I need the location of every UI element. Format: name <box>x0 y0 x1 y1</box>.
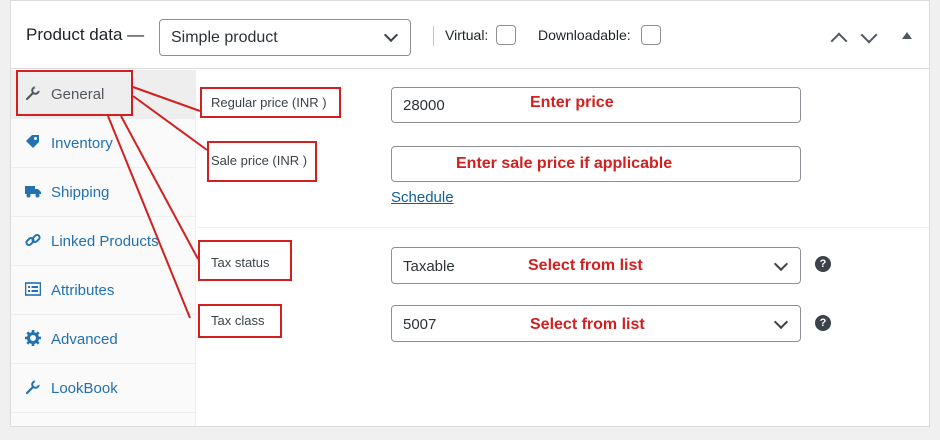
tab-shipping[interactable]: Shipping <box>11 168 195 217</box>
annotation-box-tax-class <box>198 304 282 338</box>
annotation-box-tax-status <box>198 240 292 281</box>
annotation-box-sale-price <box>207 141 317 182</box>
tab-advanced-label: Advanced <box>51 331 118 348</box>
regular-price-hint: Enter price <box>530 94 614 111</box>
product-type-select[interactable]: Simple product <box>159 19 411 56</box>
list-icon <box>25 282 41 296</box>
tab-lookbook[interactable]: LookBook <box>11 364 195 413</box>
gear-icon <box>25 330 41 346</box>
virtual-checkbox[interactable] <box>496 25 516 45</box>
regular-price-value: 28000 <box>403 97 445 114</box>
tax-status-value: Taxable <box>403 258 455 275</box>
downloadable-checkbox[interactable] <box>641 25 661 45</box>
tax-class-hint: Select from list <box>530 316 645 333</box>
product-type-value: Simple product <box>171 29 278 46</box>
collapse-toggle-icon[interactable] <box>902 32 912 39</box>
virtual-label: Virtual: <box>445 27 489 43</box>
tab-lookbook-label: LookBook <box>51 380 118 397</box>
annotation-box-general <box>16 70 133 116</box>
chevron-down-icon <box>773 314 789 330</box>
downloadable-label: Downloadable: <box>538 27 631 43</box>
tab-linked-products[interactable]: Linked Products <box>11 217 195 266</box>
schedule-link[interactable]: Schedule <box>391 189 454 206</box>
tab-inventory-label: Inventory <box>51 135 113 152</box>
annotation-box-regular-price <box>200 87 341 118</box>
product-data-header: Product data — Simple product Virtual: D… <box>11 1 929 69</box>
chevron-down-icon <box>773 256 789 272</box>
link-icon <box>25 233 41 247</box>
move-down-icon[interactable] <box>860 26 878 44</box>
tab-attributes[interactable]: Attributes <box>11 266 195 315</box>
help-icon[interactable]: ? <box>815 315 831 331</box>
product-data-panel: Product data — Simple product Virtual: D… <box>10 0 930 427</box>
truck-icon <box>25 186 41 198</box>
sale-price-hint: Enter sale price if applicable <box>456 155 673 172</box>
tab-linked-products-label: Linked Products <box>51 233 159 250</box>
panel-title: Product data — <box>26 25 145 44</box>
tab-advanced[interactable]: Advanced <box>11 315 195 364</box>
tab-shipping-label: Shipping <box>51 184 110 201</box>
tab-attributes-label: Attributes <box>51 282 115 299</box>
chevron-down-icon <box>383 27 399 43</box>
move-up-icon[interactable] <box>830 32 848 50</box>
tax-class-value: 5007 <box>403 316 437 333</box>
product-data-tabs: General Inventory Shipping Linked Produc… <box>11 70 196 426</box>
help-icon[interactable]: ? <box>815 256 831 272</box>
section-divider <box>197 227 929 228</box>
tag-icon <box>26 135 39 148</box>
header-separator <box>433 26 434 46</box>
tab-inventory[interactable]: Inventory <box>11 119 195 168</box>
tax-status-hint: Select from list <box>528 257 643 274</box>
wrench-icon <box>25 379 41 395</box>
